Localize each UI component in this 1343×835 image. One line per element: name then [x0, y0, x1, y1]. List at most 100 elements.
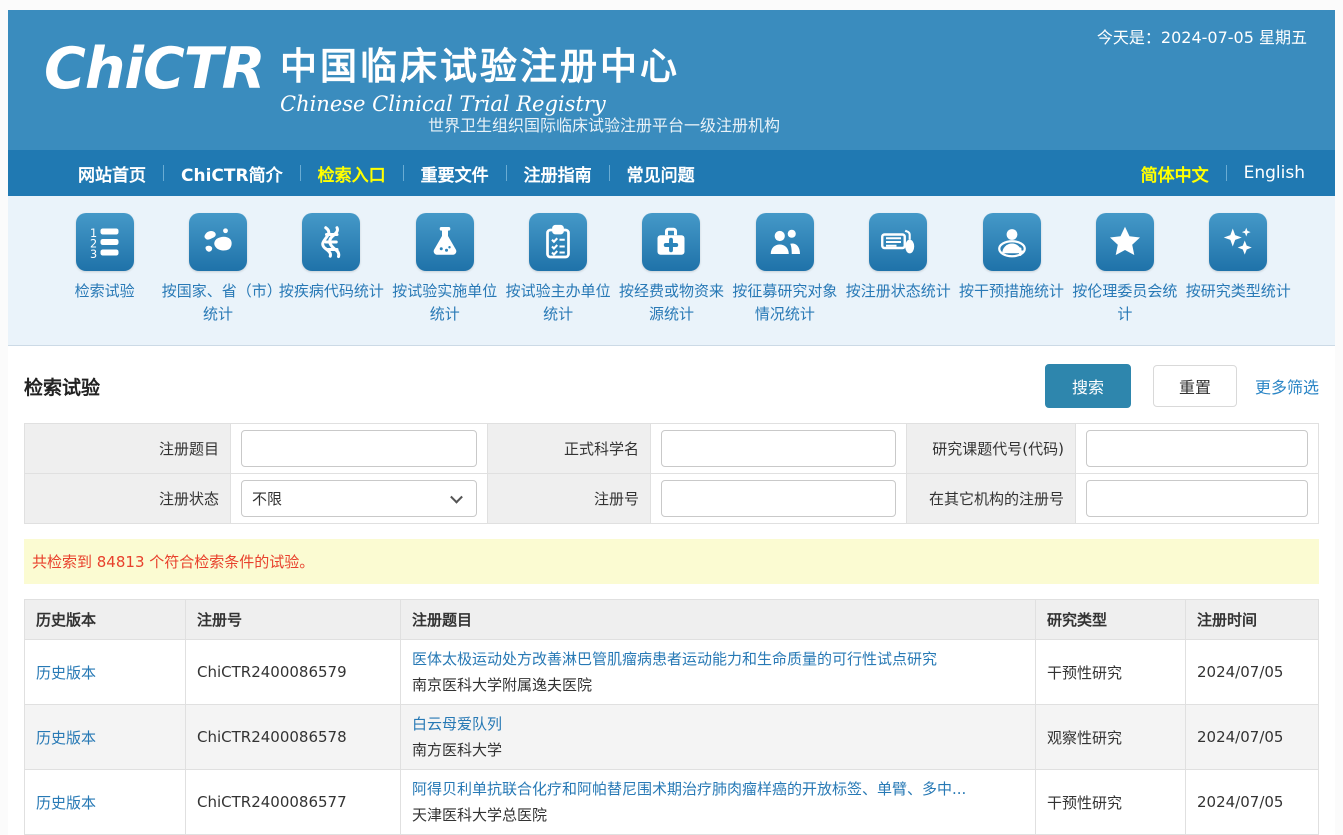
- quick-link-label: 按伦理委员会统计: [1068, 280, 1181, 325]
- result-count-banner: 共检索到 84813 个符合检索条件的试验。: [24, 539, 1319, 584]
- dna-icon: [302, 213, 360, 271]
- quick-links-bar: 123 检索试验 按国家、省（市）统计 按疾病代码统计 按试验实施单位统计: [8, 196, 1335, 346]
- nav-item-search-entry[interactable]: 检索入口: [318, 161, 386, 186]
- registration-number: ChiCTR2400086577: [186, 770, 401, 835]
- nav-item-documents[interactable]: 重要文件: [421, 161, 489, 186]
- quick-link-by-intervention[interactable]: 按干预措施统计: [955, 213, 1068, 325]
- quick-link-search-trials[interactable]: 123 检索试验: [48, 213, 161, 325]
- search-actions: 搜索 重置 更多筛选: [1045, 364, 1319, 408]
- today-date: 今天是：2024-07-05 星期五: [1097, 24, 1307, 48]
- study-type: 干预性研究: [1036, 640, 1186, 705]
- quick-link-label: 按研究类型统计: [1182, 280, 1295, 303]
- star-icon: [1096, 213, 1154, 271]
- reg-title-label: 注册题目: [25, 424, 231, 474]
- quick-link-label: 按征募研究对象情况统计: [728, 280, 841, 325]
- institution-name: 天津医科大学总医院: [412, 804, 1024, 827]
- quick-link-by-ethics-committee[interactable]: 按伦理委员会统计: [1068, 213, 1181, 325]
- institution-name: 南方医科大学: [412, 739, 1024, 762]
- clipboard-icon: [529, 213, 587, 271]
- page-title: 检索试验: [24, 373, 100, 400]
- nav-separator: [1226, 165, 1227, 181]
- lang-chinese[interactable]: 简体中文: [1141, 161, 1209, 186]
- sci-name-label: 正式科学名: [488, 424, 651, 474]
- reg-no-input[interactable]: [661, 480, 896, 517]
- quick-link-by-country[interactable]: 按国家、省（市）统计: [161, 213, 274, 325]
- search-button[interactable]: 搜索: [1045, 364, 1131, 408]
- search-section-header: 检索试验 搜索 重置 更多筛选: [24, 364, 1319, 408]
- quick-link-label: 按经费或物资来源统计: [615, 280, 728, 325]
- trial-title-link[interactable]: 白云母爱队列: [412, 715, 502, 733]
- nav-item-home[interactable]: 网站首页: [78, 161, 146, 186]
- flask-icon: [416, 213, 474, 271]
- reg-status-select[interactable]: 不限: [241, 480, 477, 517]
- trial-title-link[interactable]: 阿得贝利单抗联合化疗和阿帕替尼围术期治疗肺肉瘤样癌的开放标签、单臂、多中...: [412, 780, 966, 798]
- history-version-link[interactable]: 历史版本: [36, 729, 96, 747]
- more-filters-link[interactable]: 更多筛选: [1255, 374, 1319, 398]
- search-form: 注册题目 正式科学名 研究课题代号(代码) 注册状态 不限 注册号: [24, 423, 1319, 524]
- table-row: 历史版本 ChiCTR2400086579 医体太极运动处方改善淋巴管肌瘤病患者…: [25, 640, 1319, 705]
- doctor-icon: [983, 213, 1041, 271]
- study-type: 干预性研究: [1036, 770, 1186, 835]
- trial-title-link[interactable]: 医体太极运动处方改善淋巴管肌瘤病患者运动能力和生命质量的可行性试点研究: [412, 650, 937, 668]
- site-title-cn: 中国临床试验注册中心: [280, 36, 680, 90]
- col-header-reg-no: 注册号: [186, 600, 401, 640]
- sparkles-icon: [1209, 213, 1267, 271]
- quick-link-label: 检索试验: [48, 280, 161, 303]
- nav-separator: [300, 165, 301, 181]
- page-container: ChiCTR 中国临床试验注册中心 Chinese Clinical Trial…: [8, 10, 1335, 835]
- quick-link-by-sponsor[interactable]: 按试验主办单位统计: [501, 213, 614, 325]
- registration-date: 2024/07/05: [1186, 705, 1319, 770]
- col-header-study-type: 研究类型: [1036, 600, 1186, 640]
- project-code-input[interactable]: [1086, 430, 1308, 467]
- quick-link-by-funding-source[interactable]: 按经费或物资来源统计: [615, 213, 728, 325]
- nav-separator: [163, 165, 164, 181]
- language-switcher: 简体中文 English: [1141, 161, 1305, 186]
- col-header-reg-date: 注册时间: [1186, 600, 1319, 640]
- sci-name-input[interactable]: [661, 430, 896, 467]
- col-header-title: 注册题目: [401, 600, 1036, 640]
- site-titles: 中国临床试验注册中心 Chinese Clinical Trial Regist…: [280, 36, 680, 116]
- main-nav: 网站首页 ChiCTR简介 检索入口 重要文件 注册指南 常见问题 简体中文 E…: [8, 150, 1335, 196]
- other-reg-no-label: 在其它机构的注册号: [907, 474, 1076, 524]
- quick-link-by-study-type[interactable]: 按研究类型统计: [1182, 213, 1295, 325]
- reg-title-input[interactable]: [241, 430, 477, 467]
- reg-no-label: 注册号: [488, 474, 651, 524]
- nav-item-faq[interactable]: 常见问题: [627, 161, 695, 186]
- registration-date: 2024/07/05: [1186, 640, 1319, 705]
- study-type: 观察性研究: [1036, 705, 1186, 770]
- history-version-link[interactable]: 历史版本: [36, 664, 96, 682]
- quick-link-by-registration-status[interactable]: 按注册状态统计: [842, 213, 955, 325]
- registration-date: 2024/07/05: [1186, 770, 1319, 835]
- results-table: 历史版本 注册号 注册题目 研究类型 注册时间 历史版本 ChiCTR24000…: [24, 599, 1319, 835]
- nav-separator: [506, 165, 507, 181]
- reset-button[interactable]: 重置: [1153, 365, 1237, 407]
- table-header-row: 历史版本 注册号 注册题目 研究类型 注册时间: [25, 600, 1319, 640]
- quick-link-label: 按干预措施统计: [955, 280, 1068, 303]
- quick-link-by-recruitment[interactable]: 按征募研究对象情况统计: [728, 213, 841, 325]
- people-icon: [756, 213, 814, 271]
- institution-name: 南京医科大学附属逸夫医院: [412, 674, 1024, 697]
- world-map-icon: [189, 213, 247, 271]
- reg-status-select-wrap: 不限: [231, 480, 487, 517]
- history-version-link[interactable]: 历史版本: [36, 794, 96, 812]
- quick-link-by-implementing-site[interactable]: 按试验实施单位统计: [388, 213, 501, 325]
- site-header: ChiCTR 中国临床试验注册中心 Chinese Clinical Trial…: [8, 10, 1335, 150]
- nav-item-about[interactable]: ChiCTR简介: [181, 161, 283, 186]
- quick-link-by-disease-code[interactable]: 按疾病代码统计: [275, 213, 388, 325]
- nav-item-guide[interactable]: 注册指南: [524, 161, 592, 186]
- chictr-logo: ChiCTR: [44, 36, 265, 102]
- registration-number: ChiCTR2400086578: [186, 705, 401, 770]
- registration-number: ChiCTR2400086579: [186, 640, 401, 705]
- reg-status-label: 注册状态: [25, 474, 231, 524]
- quick-link-label: 按试验实施单位统计: [388, 280, 501, 325]
- site-subtitle: 世界卫生组织国际临床试验注册平台一级注册机构: [428, 112, 780, 136]
- project-code-label: 研究课题代号(代码): [907, 424, 1076, 474]
- lang-english[interactable]: English: [1244, 163, 1305, 183]
- quick-link-label: 按试验主办单位统计: [501, 280, 614, 325]
- main-content: 检索试验 搜索 重置 更多筛选 注册题目 正式科学名 研究课题代号(代码) 注: [8, 346, 1335, 835]
- numbered-list-icon: 123: [76, 213, 134, 271]
- quick-link-label: 按国家、省（市）统计: [161, 280, 274, 325]
- other-reg-no-input[interactable]: [1086, 480, 1308, 517]
- svg-text:3: 3: [90, 248, 97, 260]
- quick-link-label: 按注册状态统计: [842, 280, 955, 303]
